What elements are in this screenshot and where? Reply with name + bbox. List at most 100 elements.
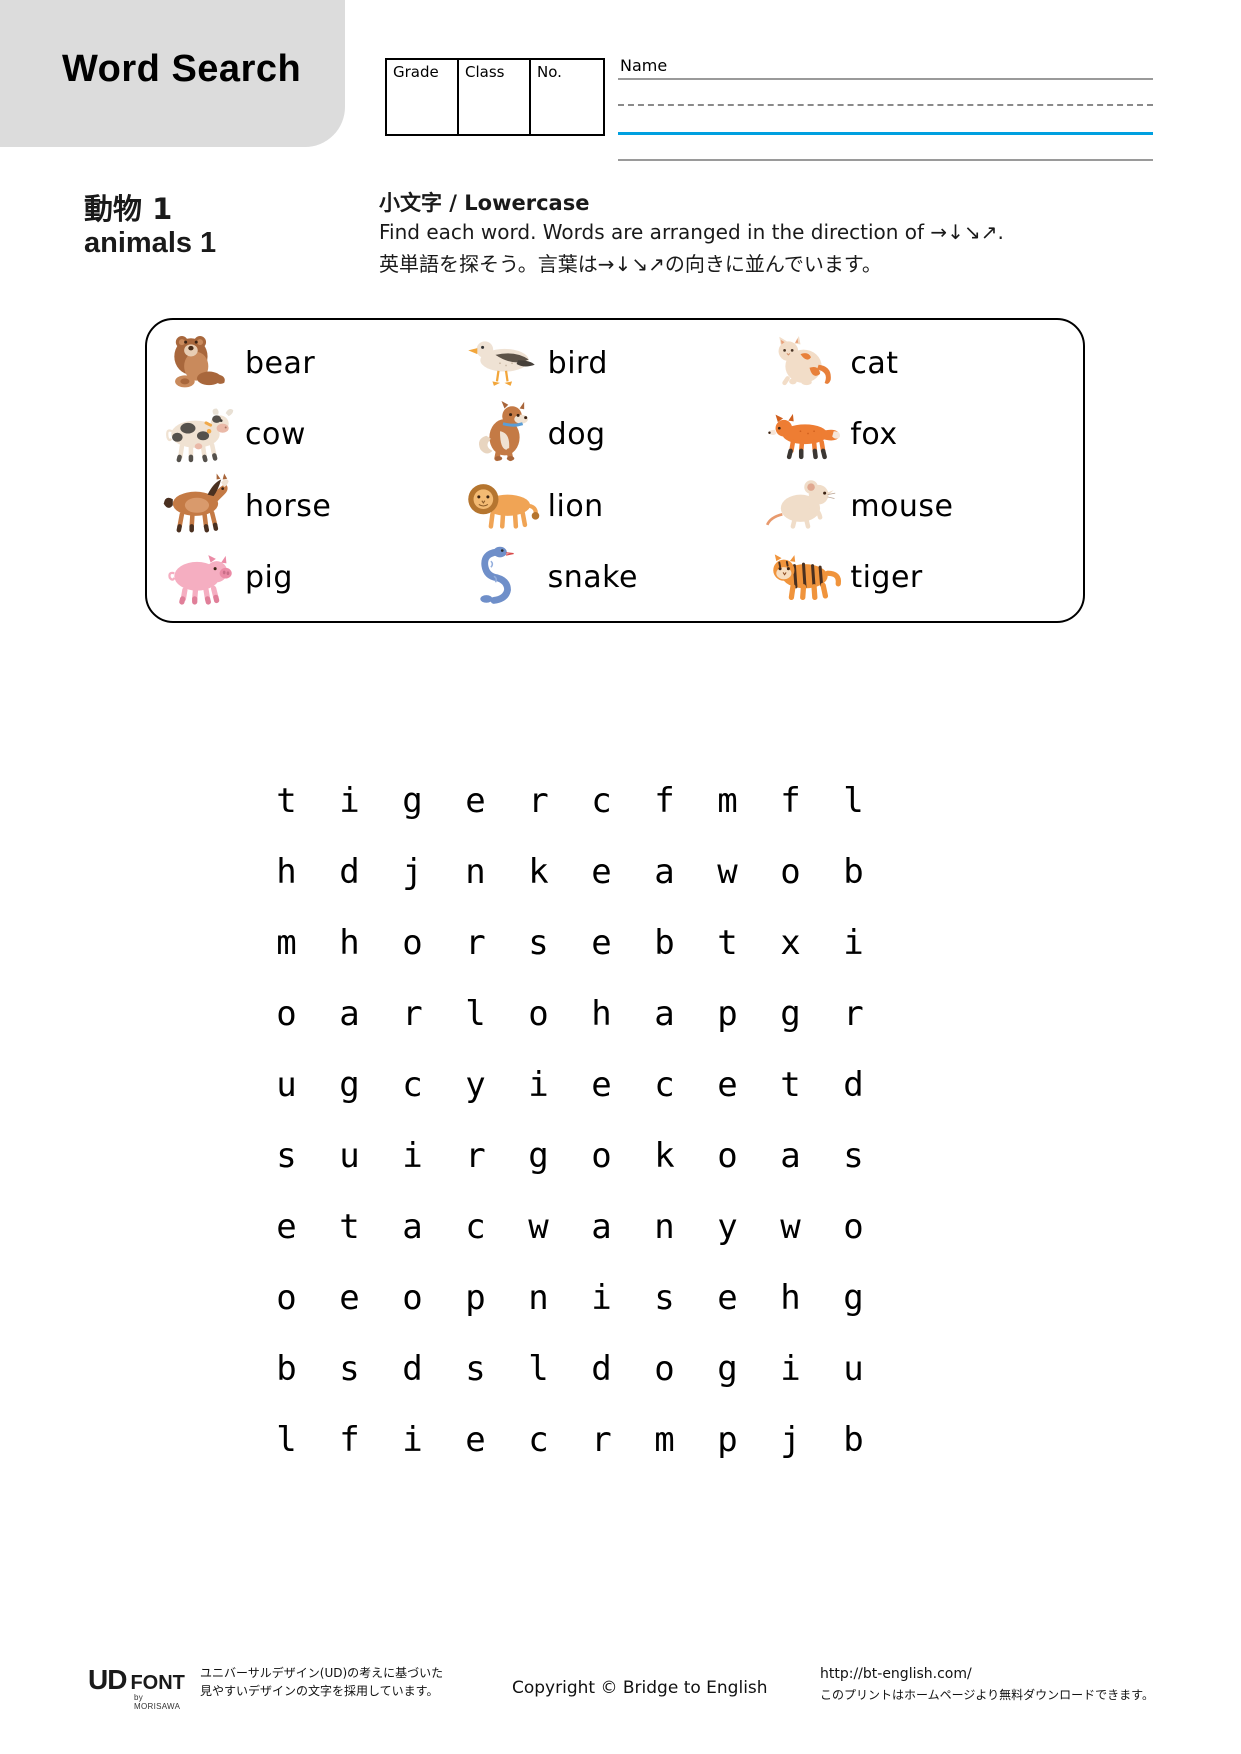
grid-cell[interactable]: a — [570, 1191, 633, 1262]
grid-cell[interactable]: t — [759, 1049, 822, 1120]
grid-cell[interactable]: o — [255, 978, 318, 1049]
grid-cell[interactable]: c — [507, 1404, 570, 1475]
grid-cell[interactable]: n — [633, 1191, 696, 1262]
grid-cell[interactable]: k — [507, 836, 570, 907]
grid-cell[interactable]: r — [570, 1404, 633, 1475]
grid-cell[interactable]: o — [381, 907, 444, 978]
grid-cell[interactable]: g — [822, 1262, 885, 1333]
grid-cell[interactable]: r — [822, 978, 885, 1049]
grid-cell[interactable]: a — [633, 978, 696, 1049]
grid-cell[interactable]: g — [696, 1333, 759, 1404]
grid-cell[interactable]: h — [318, 907, 381, 978]
grid-cell[interactable]: y — [696, 1191, 759, 1262]
grid-cell[interactable]: i — [381, 1404, 444, 1475]
grid-cell[interactable]: t — [696, 907, 759, 978]
grid-cell[interactable]: f — [759, 765, 822, 836]
grid-cell[interactable]: b — [822, 1404, 885, 1475]
grid-cell[interactable]: w — [507, 1191, 570, 1262]
grid-cell[interactable]: e — [570, 907, 633, 978]
grid-cell[interactable]: h — [570, 978, 633, 1049]
grid-cell[interactable]: l — [822, 765, 885, 836]
grid-cell[interactable]: j — [381, 836, 444, 907]
grid-cell[interactable]: i — [507, 1049, 570, 1120]
grid-cell[interactable]: t — [318, 1191, 381, 1262]
grid-cell[interactable]: c — [570, 765, 633, 836]
grid-cell[interactable]: r — [444, 1120, 507, 1191]
grid-cell[interactable]: p — [444, 1262, 507, 1333]
grid-cell[interactable]: i — [318, 765, 381, 836]
grid-cell[interactable]: j — [759, 1404, 822, 1475]
grid-cell[interactable]: s — [318, 1333, 381, 1404]
grid-cell[interactable]: e — [570, 1049, 633, 1120]
grid-cell[interactable]: y — [444, 1049, 507, 1120]
grid-cell[interactable]: a — [381, 1191, 444, 1262]
grid-cell[interactable]: e — [696, 1262, 759, 1333]
grid-cell[interactable]: w — [696, 836, 759, 907]
grid-cell[interactable]: l — [507, 1333, 570, 1404]
grid-cell[interactable]: i — [570, 1262, 633, 1333]
grid-cell[interactable]: w — [759, 1191, 822, 1262]
grid-cell[interactable]: o — [759, 836, 822, 907]
grid-cell[interactable]: d — [570, 1333, 633, 1404]
grid-cell[interactable]: b — [255, 1333, 318, 1404]
grid-cell[interactable]: c — [444, 1191, 507, 1262]
grid-cell[interactable]: m — [633, 1404, 696, 1475]
grid-cell[interactable]: p — [696, 1404, 759, 1475]
grid-cell[interactable]: m — [255, 907, 318, 978]
grid-cell[interactable]: g — [381, 765, 444, 836]
grid-cell[interactable]: e — [255, 1191, 318, 1262]
grid-cell[interactable]: f — [633, 765, 696, 836]
grid-cell[interactable]: i — [381, 1120, 444, 1191]
grid-cell[interactable]: p — [696, 978, 759, 1049]
grade-field[interactable]: Grade — [387, 60, 459, 134]
grid-cell[interactable]: l — [255, 1404, 318, 1475]
grid-cell[interactable]: g — [759, 978, 822, 1049]
grid-cell[interactable]: u — [255, 1049, 318, 1120]
grid-cell[interactable]: r — [444, 907, 507, 978]
grid-cell[interactable]: e — [318, 1262, 381, 1333]
grid-cell[interactable]: f — [318, 1404, 381, 1475]
grid-cell[interactable]: a — [318, 978, 381, 1049]
grid-cell[interactable]: b — [633, 907, 696, 978]
grid-cell[interactable]: t — [255, 765, 318, 836]
grid-cell[interactable]: e — [444, 765, 507, 836]
grid-cell[interactable]: i — [759, 1333, 822, 1404]
grid-cell[interactable]: o — [633, 1333, 696, 1404]
grid-cell[interactable]: h — [255, 836, 318, 907]
grid-cell[interactable]: n — [444, 836, 507, 907]
grid-cell[interactable]: d — [318, 836, 381, 907]
grid-cell[interactable]: x — [759, 907, 822, 978]
word-search-grid[interactable]: tigercfmflhdjnkeawobmhorsebtxioarlohapgr… — [255, 765, 885, 1475]
class-field[interactable]: Class — [459, 60, 531, 134]
grid-cell[interactable]: c — [633, 1049, 696, 1120]
grid-cell[interactable]: d — [381, 1333, 444, 1404]
grid-cell[interactable]: o — [255, 1262, 318, 1333]
grid-cell[interactable]: u — [822, 1333, 885, 1404]
name-field[interactable]: Name — [618, 56, 1153, 161]
grid-cell[interactable]: r — [507, 765, 570, 836]
no-field[interactable]: No. — [531, 60, 603, 134]
grid-cell[interactable]: s — [507, 907, 570, 978]
grid-cell[interactable]: n — [507, 1262, 570, 1333]
grid-cell[interactable]: k — [633, 1120, 696, 1191]
grid-cell[interactable]: i — [822, 907, 885, 978]
grid-cell[interactable]: a — [759, 1120, 822, 1191]
grid-cell[interactable]: l — [444, 978, 507, 1049]
grid-cell[interactable]: s — [633, 1262, 696, 1333]
grid-cell[interactable]: o — [570, 1120, 633, 1191]
grid-cell[interactable]: e — [696, 1049, 759, 1120]
grid-cell[interactable]: u — [318, 1120, 381, 1191]
grid-cell[interactable]: o — [381, 1262, 444, 1333]
grid-cell[interactable]: s — [822, 1120, 885, 1191]
grid-cell[interactable]: o — [696, 1120, 759, 1191]
grid-cell[interactable]: o — [507, 978, 570, 1049]
grid-cell[interactable]: b — [822, 836, 885, 907]
grid-cell[interactable]: o — [822, 1191, 885, 1262]
grid-cell[interactable]: a — [633, 836, 696, 907]
grid-cell[interactable]: c — [381, 1049, 444, 1120]
grid-cell[interactable]: r — [381, 978, 444, 1049]
grid-cell[interactable]: g — [318, 1049, 381, 1120]
grid-cell[interactable]: s — [255, 1120, 318, 1191]
grid-cell[interactable]: e — [570, 836, 633, 907]
grid-cell[interactable]: d — [822, 1049, 885, 1120]
